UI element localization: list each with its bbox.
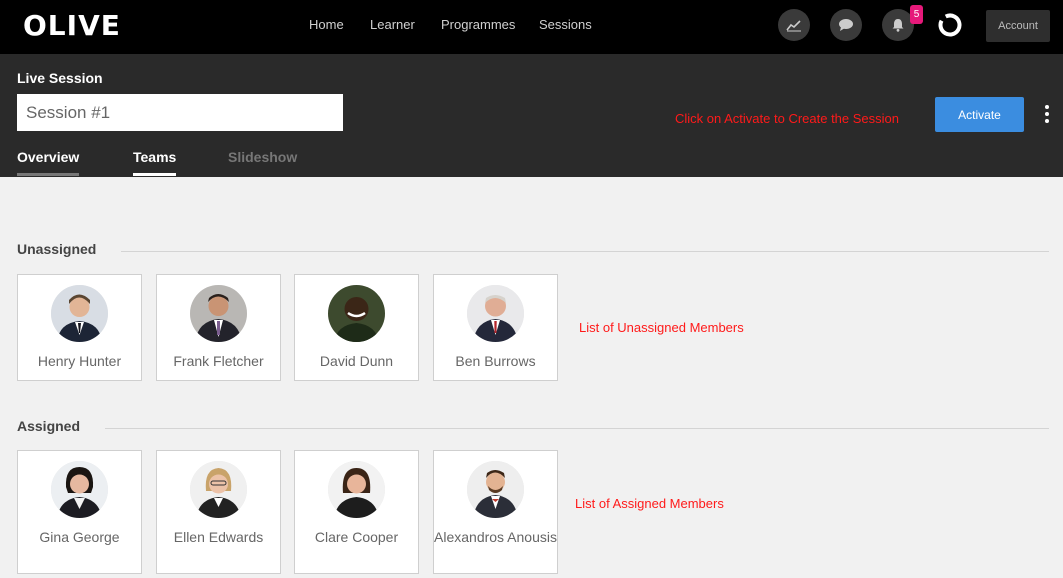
analytics-button[interactable] (778, 9, 810, 41)
session-name-input[interactable] (17, 94, 343, 131)
avatar (51, 285, 108, 342)
tab-overview[interactable]: Overview (17, 149, 80, 176)
member-name: Alexandros Anousis (434, 529, 557, 545)
avatar (190, 285, 247, 342)
assigned-heading: Assigned (17, 418, 81, 434)
nav-programmes[interactable]: Programmes (441, 17, 515, 32)
avatar (328, 285, 385, 342)
unassigned-hint-text: List of Unassigned Members (579, 320, 744, 335)
avatar (51, 461, 108, 518)
member-card[interactable]: Henry Hunter (17, 274, 142, 381)
member-name: Frank Fletcher (173, 353, 264, 369)
account-button[interactable]: Account (986, 10, 1050, 42)
member-name: Gina George (39, 529, 120, 545)
nav-learner[interactable]: Learner (370, 17, 415, 32)
notification-count-badge: 5 (910, 5, 923, 24)
member-card[interactable]: Ben Burrows (433, 274, 558, 381)
session-header: Live Session Click on Activate to Create… (0, 54, 1063, 177)
member-card[interactable]: Clare Cooper (294, 450, 419, 574)
nav-home[interactable]: Home (309, 17, 344, 32)
messages-button[interactable] (830, 9, 862, 41)
member-card[interactable]: Frank Fletcher (156, 274, 281, 381)
activate-button[interactable]: Activate (935, 97, 1024, 132)
top-navigation-bar: OLIVE Home Learner Programmes Sessions 5… (0, 0, 1063, 54)
chat-bubble-icon (839, 19, 853, 31)
member-card[interactable]: Alexandros Anousis (433, 450, 558, 574)
activate-hint-text: Click on Activate to Create the Session (675, 111, 900, 126)
section-divider (121, 251, 1049, 252)
chart-icon (786, 20, 801, 32)
assigned-hint-text: List of Assigned Members (575, 496, 724, 511)
tab-slideshow[interactable]: Slideshow (228, 149, 297, 173)
member-name: David Dunn (319, 353, 394, 369)
member-name: Henry Hunter (37, 353, 122, 369)
olive-brand-icon[interactable] (937, 12, 963, 38)
member-card[interactable]: Gina George (17, 450, 142, 574)
avatar (328, 461, 385, 518)
unassigned-heading: Unassigned (17, 241, 97, 257)
olive-logo[interactable]: OLIVE (23, 9, 121, 42)
session-title: Live Session (17, 70, 103, 86)
avatar (467, 285, 524, 342)
bell-icon (892, 19, 904, 32)
member-name: Ben Burrows (455, 353, 536, 369)
member-card[interactable]: David Dunn (294, 274, 419, 381)
tab-teams[interactable]: Teams (133, 149, 177, 176)
nav-sessions[interactable]: Sessions (539, 17, 592, 32)
member-name: Ellen Edwards (173, 529, 264, 545)
avatar (190, 461, 247, 518)
section-divider (105, 428, 1049, 429)
member-card[interactable]: Ellen Edwards (156, 450, 281, 574)
member-name: Clare Cooper (314, 529, 399, 545)
avatar (467, 461, 524, 518)
more-options-icon[interactable] (1043, 105, 1051, 127)
